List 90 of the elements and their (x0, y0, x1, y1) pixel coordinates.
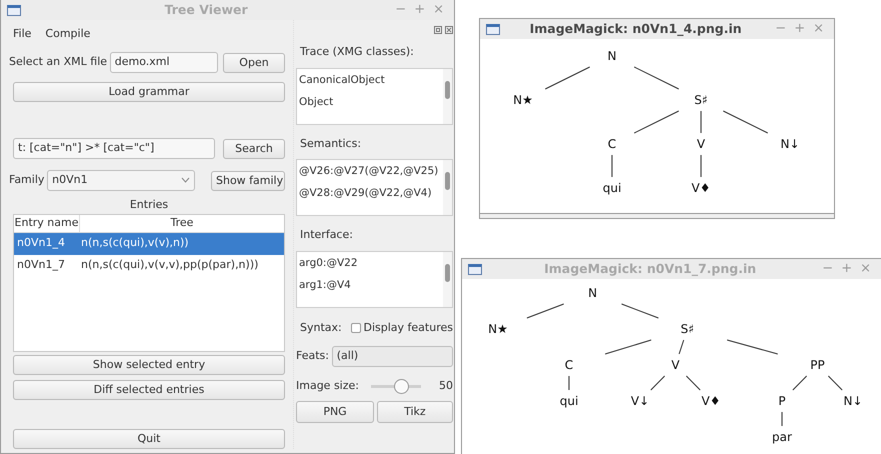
feats-label: Feats: (296, 348, 329, 364)
slider-value: 50 (439, 378, 453, 394)
list-item[interactable]: @V26:@V27(@V22,@V25) (297, 160, 438, 182)
file-label: Select an XML file (9, 54, 108, 70)
load-grammar-button[interactable]: Load grammar (13, 82, 285, 102)
node-label: S♯ (680, 322, 694, 336)
node-label: V♦ (692, 181, 710, 195)
checkbox-label[interactable]: Display features (364, 320, 453, 336)
window-icon[interactable] (7, 4, 21, 16)
float-icon[interactable] (434, 26, 442, 34)
node-label: V↓ (630, 394, 650, 408)
export-button[interactable]: PNG (296, 400, 374, 422)
window-title: ImageMagick: n0Vn1_7.png.in (543, 260, 758, 278)
family-dropdown[interactable]: n0Vn1 (47, 170, 196, 191)
table-cell-text: n0Vn1_7 (16, 257, 66, 274)
list-item[interactable]: @V28:@V29(@V22,@V4) (297, 182, 438, 204)
tree-edge (634, 66, 680, 90)
slider-thumb[interactable] (394, 378, 409, 394)
tree-edge (700, 110, 702, 134)
table-cell-text: n(n,s(c(qui),v(v),n)) (81, 235, 189, 252)
tree-edge (621, 304, 659, 318)
diff-button[interactable]: Diff selected entries (13, 380, 285, 400)
tree-edge (686, 376, 701, 390)
tree-edge (828, 376, 843, 390)
list-item[interactable]: CanonicalObject (297, 68, 385, 90)
close-icon[interactable] (445, 26, 453, 34)
family-label: Family (9, 172, 44, 188)
node-label: C (608, 137, 616, 151)
tree-edge (792, 376, 808, 390)
tree-edge (544, 66, 590, 90)
scrollbar[interactable] (443, 252, 452, 306)
panel-label: Semantics: (300, 136, 362, 152)
search-button[interactable]: Search (223, 138, 285, 158)
menu-item[interactable]: Compile (45, 26, 90, 40)
tree-edge (650, 376, 666, 390)
tree-edge (634, 110, 680, 134)
tree-edge (722, 110, 768, 134)
node-label: N★ (488, 322, 508, 336)
list-item[interactable]: Object (297, 90, 385, 112)
quit-button[interactable]: Quit (13, 428, 285, 448)
show-family-button[interactable]: Show family (211, 170, 285, 190)
checkbox[interactable] (350, 322, 361, 333)
tree-edge (678, 340, 684, 354)
column-header[interactable]: Tree (80, 214, 284, 232)
tree-edge (700, 154, 702, 178)
list-item[interactable]: arg0:@V22 (297, 252, 358, 274)
node-label: V (671, 358, 680, 372)
tree-edge (726, 340, 778, 354)
window-icon[interactable] (486, 24, 500, 34)
node-label: N↓ (843, 394, 863, 408)
window-title: Tree Viewer (164, 0, 249, 19)
node-label: N↓ (780, 137, 800, 151)
list-item[interactable]: arg1:@V4 (297, 274, 358, 296)
syntax-label: Syntax: (300, 320, 342, 336)
node-label: S♯ (694, 93, 708, 107)
scrollbar[interactable] (443, 68, 452, 124)
table-cell-text: n0Vn1_4 (16, 235, 66, 252)
tree-edge (526, 304, 564, 318)
table-row[interactable]: n0Vn1_7 n(n,s(c(qui),v(v,v),pp(p(par),n))) (14, 254, 284, 276)
export-button[interactable]: Tikz (376, 400, 454, 422)
node-label: N★ (513, 93, 533, 107)
node-label: N (608, 49, 616, 63)
table-row[interactable]: n0Vn1_4 n(n,s(c(qui),v(v),n)) (14, 232, 284, 254)
panel-label: Interface: (300, 227, 354, 243)
node-label: C (564, 358, 574, 372)
dropdown-value: n0Vn1 (52, 172, 89, 188)
file-field[interactable]: demo.xml (110, 52, 218, 73)
query-field[interactable]: t: [cat="n"] >* [cat="c"] (13, 138, 215, 159)
feats-field[interactable]: (all) (332, 346, 453, 367)
node-label: qui (560, 394, 578, 408)
node-label: P (778, 394, 786, 408)
column-header[interactable]: Entry name (14, 214, 80, 232)
menu-item[interactable]: File (13, 26, 32, 40)
scrollbar[interactable] (443, 160, 452, 215)
window-icon[interactable] (468, 264, 482, 274)
window-title: ImageMagick: n0Vn1_4.png.in (528, 20, 743, 38)
node-label: V♦ (702, 394, 720, 408)
image-size-label: Image size: (296, 378, 359, 394)
node-label: par (772, 430, 792, 444)
tree-edge (604, 340, 652, 354)
tree-edge (568, 376, 570, 390)
panel-label: Trace (XMG classes): (300, 44, 415, 60)
open-button[interactable]: Open (223, 52, 285, 72)
show-entry-button[interactable]: Show selected entry (13, 354, 285, 374)
node-label: PP (810, 358, 825, 372)
node-label: qui (602, 181, 622, 195)
node-label: N (588, 286, 598, 300)
table-cell-text: n(n,s(c(qui),v(v,v),pp(p(par),n))) (81, 257, 258, 274)
node-label: V (696, 137, 706, 151)
entries-title: Entries (128, 197, 170, 213)
